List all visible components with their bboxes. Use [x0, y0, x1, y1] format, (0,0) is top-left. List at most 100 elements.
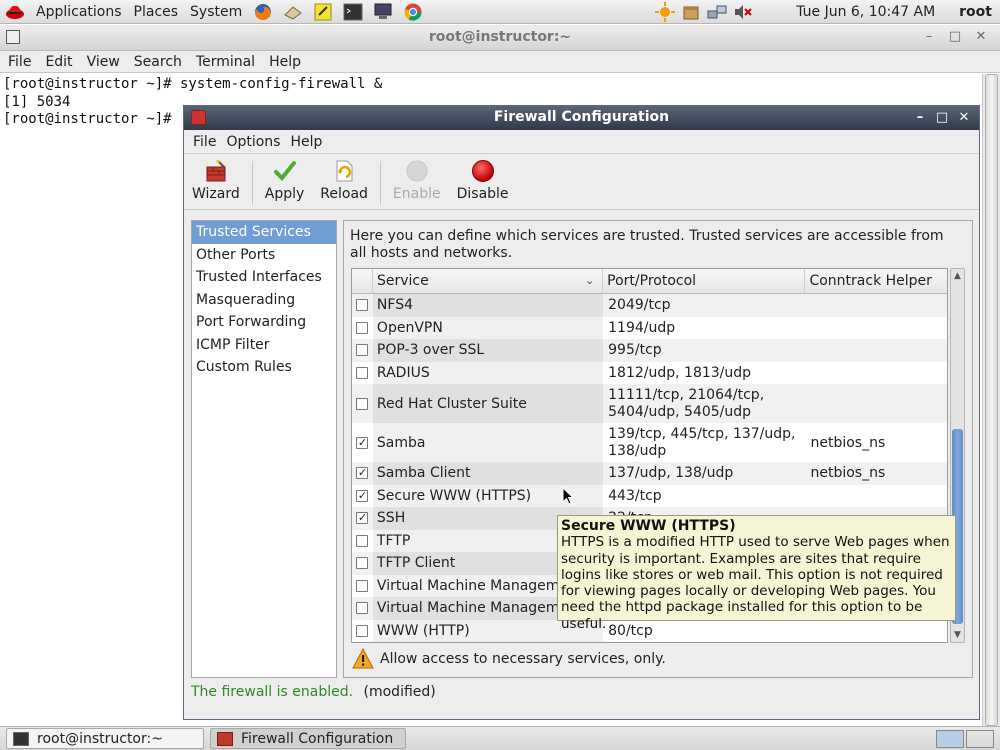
service-helper: netbios_ns: [810, 434, 886, 451]
computer-icon[interactable]: [372, 2, 394, 22]
terminal-menu-edit[interactable]: Edit: [39, 54, 78, 70]
notes-icon[interactable]: [282, 2, 304, 22]
enable-light-icon: [404, 158, 430, 184]
header-port[interactable]: Port/Protocol: [603, 269, 806, 293]
workspace-1[interactable]: [936, 730, 964, 748]
user-menu[interactable]: root: [959, 4, 992, 20]
terminal-menu-search[interactable]: Search: [128, 54, 188, 70]
service-checkbox[interactable]: [356, 557, 369, 570]
header-helper[interactable]: Conntrack Helper: [805, 269, 947, 293]
header-service-label: Service: [376, 273, 429, 289]
service-checkbox[interactable]: [356, 397, 369, 410]
wizard-label: Wizard: [192, 186, 240, 202]
task-firewall[interactable]: Firewall Configuration: [210, 728, 406, 749]
firefox-icon[interactable]: [252, 2, 274, 22]
nav-trusted-interfaces[interactable]: Trusted Interfaces: [192, 266, 336, 289]
service-checkbox[interactable]: [356, 366, 369, 379]
service-checkbox[interactable]: [356, 534, 369, 547]
terminal-menubar: File Edit View Search Terminal Help: [0, 51, 1000, 73]
chrome-icon[interactable]: [402, 2, 424, 22]
redhat-logo-icon[interactable]: [4, 2, 26, 22]
scroll-down-icon[interactable]: ▼: [951, 628, 964, 642]
header-check-col: [352, 269, 373, 293]
tooltip-body: HTTPS is a modified HTTP used to serve W…: [561, 534, 950, 632]
enable-button[interactable]: Enable: [385, 158, 449, 208]
service-checkbox[interactable]: [356, 344, 369, 357]
workspace-2[interactable]: [966, 730, 994, 748]
nav-icmp-filter[interactable]: ICMP Filter: [192, 334, 336, 357]
row-checkbox-cell: [352, 534, 373, 547]
scroll-up-icon[interactable]: ▲: [951, 269, 964, 283]
firewall-nav: Trusted Services Other Ports Trusted Int…: [191, 220, 337, 678]
nav-custom-rules[interactable]: Custom Rules: [192, 356, 336, 379]
service-checkbox[interactable]: [356, 299, 369, 312]
places-menu[interactable]: Places: [128, 4, 185, 20]
service-checkbox[interactable]: [356, 467, 369, 480]
terminal-window-buttons: – □ ✕: [916, 25, 994, 49]
reload-button[interactable]: Reload: [312, 158, 376, 208]
service-checkbox[interactable]: [356, 579, 369, 592]
terminal-titlebar[interactable]: root@instructor:~ – □ ✕: [0, 25, 1000, 51]
table-row[interactable]: Samba139/tcp, 445/tcp, 137/udp, 138/udp n…: [352, 423, 947, 462]
close-icon[interactable]: ✕: [953, 106, 975, 129]
service-checkbox[interactable]: [356, 489, 369, 502]
system-menu[interactable]: System: [184, 4, 248, 20]
close-icon[interactable]: ✕: [968, 25, 994, 49]
table-row[interactable]: Samba Client137/udp, 138/udp netbios_ns: [352, 462, 947, 485]
table-row[interactable]: NFS4 2049/tcp: [352, 294, 947, 317]
fw-menu-help[interactable]: Help: [285, 134, 327, 150]
table-row[interactable]: Secure WWW (HTTPS)443/tcp: [352, 484, 947, 507]
service-checkbox[interactable]: [356, 321, 369, 334]
service-checkbox[interactable]: [356, 436, 369, 449]
wizard-button[interactable]: Wizard: [184, 158, 248, 208]
volume-muted-icon[interactable]: [732, 2, 754, 22]
terminal-menu-terminal[interactable]: Terminal: [190, 54, 261, 70]
fw-menu-options[interactable]: Options: [221, 134, 285, 150]
panel-description: Here you can define which services are t…: [350, 228, 944, 261]
terminal-line: [root@instructor ~]# system-config-firew…: [3, 76, 383, 92]
service-checkbox[interactable]: [356, 512, 369, 525]
service-checkbox[interactable]: [356, 602, 369, 615]
task-terminal[interactable]: root@instructor:~: [6, 728, 204, 749]
table-row[interactable]: POP-3 over SSL 995/tcp: [352, 339, 947, 362]
task-terminal-label: root@instructor:~: [37, 730, 163, 747]
service-tooltip: Secure WWW (HTTPS) HTTPS is a modified H…: [557, 515, 956, 632]
chevron-down-icon: ⌄: [584, 274, 595, 287]
maximize-icon[interactable]: □: [942, 25, 968, 49]
service-helper: netbios_ns: [810, 465, 886, 482]
task-firewall-label: Firewall Configuration: [241, 730, 394, 747]
table-row[interactable]: OpenVPN 1194/udp: [352, 316, 947, 339]
terminal-scrollbar[interactable]: [982, 74, 1000, 726]
reload-icon: [331, 158, 357, 184]
mouse-cursor-icon: [562, 487, 574, 505]
clock[interactable]: Tue Jun 6, 10:47 AM: [796, 4, 935, 20]
applications-menu[interactable]: Applications: [30, 4, 128, 20]
maximize-icon[interactable]: □: [931, 106, 953, 129]
terminal-icon[interactable]: [342, 2, 364, 22]
nav-port-forwarding[interactable]: Port Forwarding: [192, 311, 336, 334]
terminal-menu-file[interactable]: File: [2, 54, 37, 70]
table-row[interactable]: Red Hat Cluster Suite 11111/tcp, 21064/tc…: [352, 384, 947, 423]
firewall-titlebar[interactable]: Firewall Configuration – □ ✕: [184, 106, 979, 130]
nav-masquerading[interactable]: Masquerading: [192, 289, 336, 312]
disable-button[interactable]: Disable: [449, 158, 517, 208]
terminal-scroll-thumb[interactable]: [985, 74, 998, 726]
service-checkbox[interactable]: [356, 624, 369, 637]
service-name: OpenVPN: [372, 316, 604, 339]
sticky-note-icon[interactable]: [312, 2, 334, 22]
status-bar: The firewall is enabled. (modified): [191, 684, 436, 700]
terminal-menu-view[interactable]: View: [81, 54, 126, 70]
terminal-menu-help[interactable]: Help: [263, 54, 307, 70]
row-checkbox-cell: [352, 602, 373, 615]
fw-menu-file[interactable]: File: [188, 134, 221, 150]
minimize-icon[interactable]: –: [909, 106, 931, 129]
update-sun-icon[interactable]: [654, 2, 676, 22]
header-service[interactable]: Service ⌄: [373, 269, 604, 293]
table-row[interactable]: RADIUS 1812/udp, 1813/udp: [352, 361, 947, 384]
package-icon[interactable]: [680, 2, 702, 22]
nav-trusted-services[interactable]: Trusted Services: [192, 221, 336, 244]
minimize-icon[interactable]: –: [916, 25, 942, 49]
nav-other-ports[interactable]: Other Ports: [192, 244, 336, 267]
apply-button[interactable]: Apply: [257, 158, 313, 208]
network-icon[interactable]: [706, 2, 728, 22]
